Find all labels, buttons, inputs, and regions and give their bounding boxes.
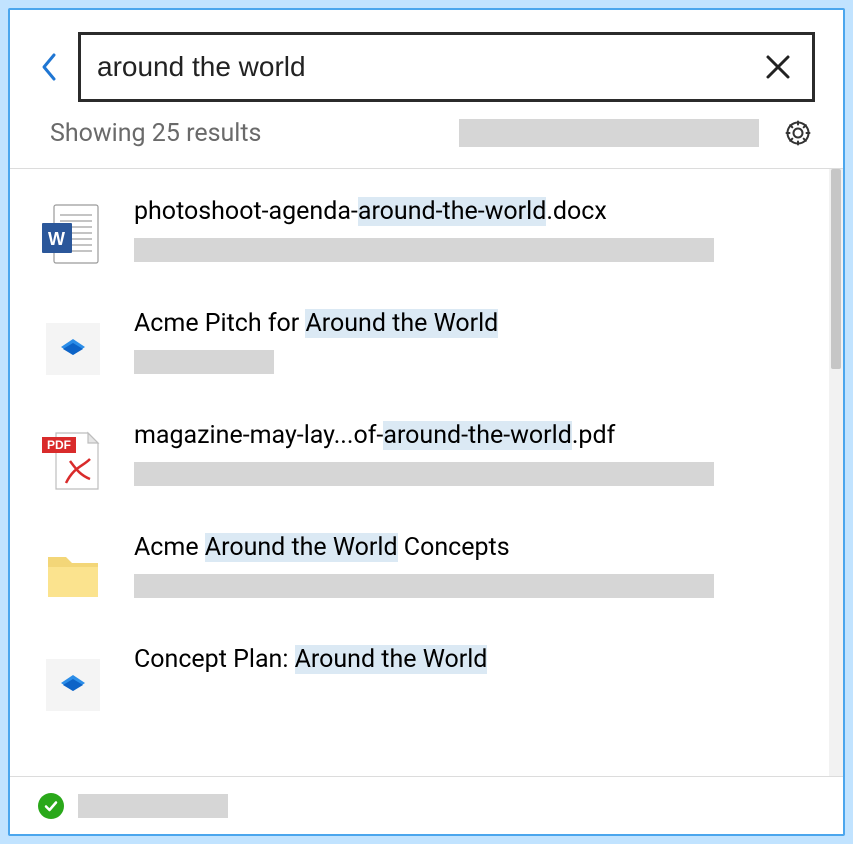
svg-text:W: W: [48, 229, 65, 249]
result-row[interactable]: PDF magazine-may-lay...of-around-the-wor…: [10, 403, 829, 515]
result-body: magazine-may-lay...of-around-the-world.p…: [134, 421, 799, 486]
settings-button[interactable]: [781, 116, 815, 150]
dropbox-file-icon: [40, 313, 106, 385]
docx-file-icon: W: [40, 201, 106, 273]
result-meta-placeholder: [134, 350, 274, 374]
placeholder-bar: [78, 794, 228, 818]
header: [10, 10, 843, 102]
svg-text:PDF: PDF: [47, 438, 71, 452]
subheader: Showing 25 results: [10, 102, 843, 168]
result-row[interactable]: Acme Around the World Concepts: [10, 515, 829, 627]
results-list: W photoshoot-agenda-around-the-world.doc…: [10, 169, 829, 776]
dropbox-file-icon: [40, 649, 106, 721]
result-row[interactable]: W photoshoot-agenda-around-the-world.doc…: [10, 179, 829, 291]
result-row[interactable]: Acme Pitch for Around the World: [10, 291, 829, 403]
chevron-left-icon: [40, 49, 60, 85]
result-meta-placeholder: [134, 574, 714, 598]
gear-icon: [783, 118, 813, 148]
result-title: Concept Plan: Around the World: [134, 645, 799, 674]
clear-search-button[interactable]: [760, 49, 796, 85]
search-input[interactable]: [97, 51, 750, 83]
pdf-file-icon: PDF: [40, 425, 106, 497]
result-meta-placeholder: [134, 238, 714, 262]
result-title: Acme Around the World Concepts: [134, 533, 799, 562]
results-area: W photoshoot-agenda-around-the-world.doc…: [10, 169, 843, 776]
result-meta-placeholder: [134, 462, 714, 486]
result-body: Acme Around the World Concepts: [134, 533, 799, 598]
result-body: photoshoot-agenda-around-the-world.docx: [134, 197, 799, 262]
result-body: Concept Plan: Around the World: [134, 645, 799, 674]
search-panel: Showing 25 results W photoshoot-agenda-a…: [8, 8, 845, 836]
back-button[interactable]: [38, 47, 62, 87]
scrollbar-thumb[interactable]: [831, 169, 841, 369]
result-row[interactable]: Concept Plan: Around the World: [10, 627, 829, 739]
result-title: magazine-may-lay...of-around-the-world.p…: [134, 421, 799, 450]
close-icon: [765, 54, 791, 80]
scrollbar[interactable]: [829, 169, 843, 776]
result-title: Acme Pitch for Around the World: [134, 309, 799, 338]
sync-status-badge: [38, 793, 64, 819]
results-count: Showing 25 results: [50, 119, 261, 148]
result-body: Acme Pitch for Around the World: [134, 309, 799, 374]
search-box[interactable]: [78, 32, 815, 102]
result-title: photoshoot-agenda-around-the-world.docx: [134, 197, 799, 226]
check-icon: [43, 798, 59, 814]
footer: [10, 776, 843, 834]
placeholder-bar: [459, 119, 759, 147]
folder-file-icon: [40, 537, 106, 609]
